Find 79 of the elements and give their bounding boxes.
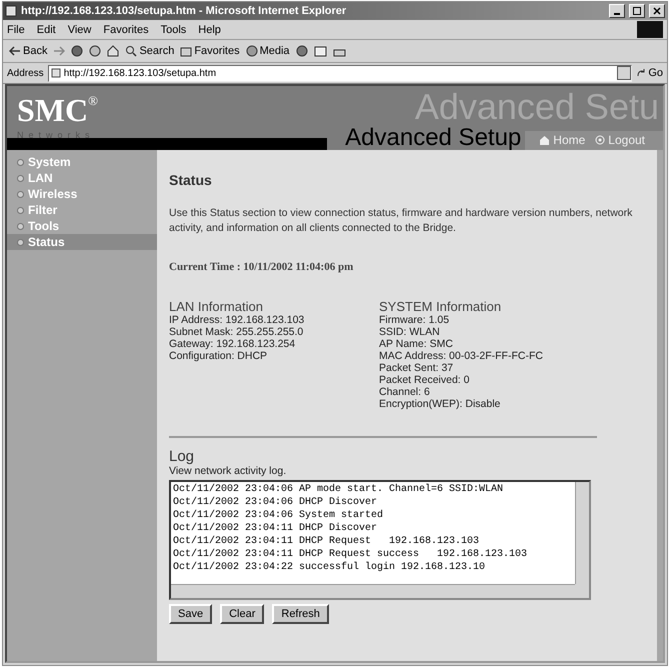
log-line: Oct/11/2002 23:04:11 DHCP Discover <box>173 522 378 536</box>
info-row-text: Configuration: DHCP <box>169 350 268 362</box>
bullet-icon <box>17 174 24 182</box>
toolbar-button[interactable]: Media <box>246 45 290 57</box>
smc-logo: SMC$^{®}$ <box>17 94 99 126</box>
home-icon <box>107 45 120 57</box>
menu-item[interactable]: Help <box>198 24 221 36</box>
log-line: Oct/11/2002 23:04:06 DHCP Discover <box>173 496 378 510</box>
address-label: Address <box>7 68 44 78</box>
info-row-text: AP Name: SMC <box>379 338 454 350</box>
forward-arrow-icon <box>53 46 66 56</box>
vertical-scrollbar[interactable] <box>575 482 589 584</box>
horizontal-scrollbar[interactable] <box>171 584 575 598</box>
section-heading: Status <box>169 172 213 188</box>
info-row-text: IP Address: 192.168.123.103 <box>169 314 306 326</box>
bullet-icon <box>17 190 24 198</box>
bullet-icon <box>17 206 24 214</box>
bullet-icon <box>17 158 24 166</box>
dropdown-button[interactable] <box>617 66 632 80</box>
home-icon <box>539 135 550 145</box>
log-line: Oct/11/2002 23:04:06 System started <box>173 509 384 522</box>
toolbar-button[interactable]: Search <box>125 45 174 57</box>
log-line: Oct/11/2002 23:04:06 AP mode start. Channel=6 SSID:WLAN <box>173 483 504 496</box>
log-line: Oct/11/2002 23:04:11 DHCP Request 192.168.123.103 <box>173 535 480 548</box>
address-field[interactable]: http://192.168.123.103/setupa.htm <box>48 64 632 82</box>
info-heading: LAN Information <box>169 299 264 314</box>
search-icon <box>125 45 138 57</box>
mail-icon <box>314 46 327 56</box>
close-icon <box>653 7 661 15</box>
page-icon <box>50 68 61 78</box>
menu-item[interactable]: File <box>7 24 25 36</box>
log-button[interactable]: Clear <box>220 604 264 624</box>
toolbar-button[interactable] <box>107 45 120 57</box>
menu-item[interactable]: View <box>68 24 92 36</box>
info-row-text: MAC Address: 00-03-2F-FF-FC-FC <box>379 350 544 362</box>
log-textarea[interactable] <box>169 480 591 600</box>
stop-icon <box>71 45 84 57</box>
power-icon <box>595 135 606 145</box>
toolbar-button[interactable]: Back <box>9 45 48 57</box>
info-heading: SYSTEM Information <box>379 299 502 314</box>
arrow-icon <box>636 68 646 78</box>
info-row-text: Encryption(WEP): Disable <box>379 398 502 410</box>
back-arrow-icon <box>9 46 21 56</box>
toolbar-button[interactable] <box>314 46 327 56</box>
info-row-text: Subnet Mask: 255.255.255.0 <box>169 326 304 338</box>
refresh-icon <box>89 45 102 57</box>
info-row-text: SSID: WLAN <box>379 326 441 338</box>
toolbar-button[interactable] <box>71 45 84 57</box>
log-line: Oct/11/2002 23:04:11 DHCP Request success 192.168.123.103 <box>173 548 528 562</box>
go-button[interactable]: Go <box>636 67 663 79</box>
menu-item[interactable]: Tools <box>160 24 186 36</box>
time-value: 10/11/2002 11:04:06 pm <box>243 261 354 274</box>
browser-icon <box>5 5 17 17</box>
toolbar-button[interactable] <box>89 45 102 57</box>
log-line: Oct/11/2002 23:04:22 successful login 192.168.123.10 <box>173 561 486 574</box>
time-label: Current Time : <box>169 261 240 274</box>
log-subtitle: View network activity log. <box>169 465 288 478</box>
bullet-icon <box>17 222 24 230</box>
window-title: http://192.168.123.103/setupa.htm - Microsoft Internet Explorer <box>21 5 348 17</box>
log-button[interactable]: Save <box>169 604 212 624</box>
log-heading: Log <box>169 448 196 466</box>
log-button[interactable]: Refresh <box>272 604 329 624</box>
info-row-text: Packet Received: 0 <box>379 374 470 386</box>
info-row-text: Channel: 6 <box>379 386 431 398</box>
folder-icon <box>180 46 192 56</box>
close-button[interactable] <box>649 4 665 18</box>
bullet-icon <box>17 238 24 246</box>
maximize-button[interactable] <box>629 4 645 18</box>
info-row-text: Firmware: 1.05 <box>379 314 450 326</box>
windows-logo <box>637 21 663 38</box>
minimize-button[interactable] <box>609 4 625 18</box>
maximize-icon <box>633 7 641 15</box>
toolbar-button[interactable]: Favorites <box>180 45 240 57</box>
media-icon <box>246 45 258 57</box>
menu-item[interactable]: Favorites <box>103 24 149 36</box>
section-description: Use this Status section to view connection status, firmware and hardware version numbers, network activity, and information on all clients connected to the Bridge. <box>169 206 634 236</box>
info-row-text: Packet Sent: 37 <box>379 362 454 374</box>
menu-item[interactable]: Edit <box>36 24 56 36</box>
info-row-text: Gateway: 192.168.123.254 <box>169 338 296 350</box>
